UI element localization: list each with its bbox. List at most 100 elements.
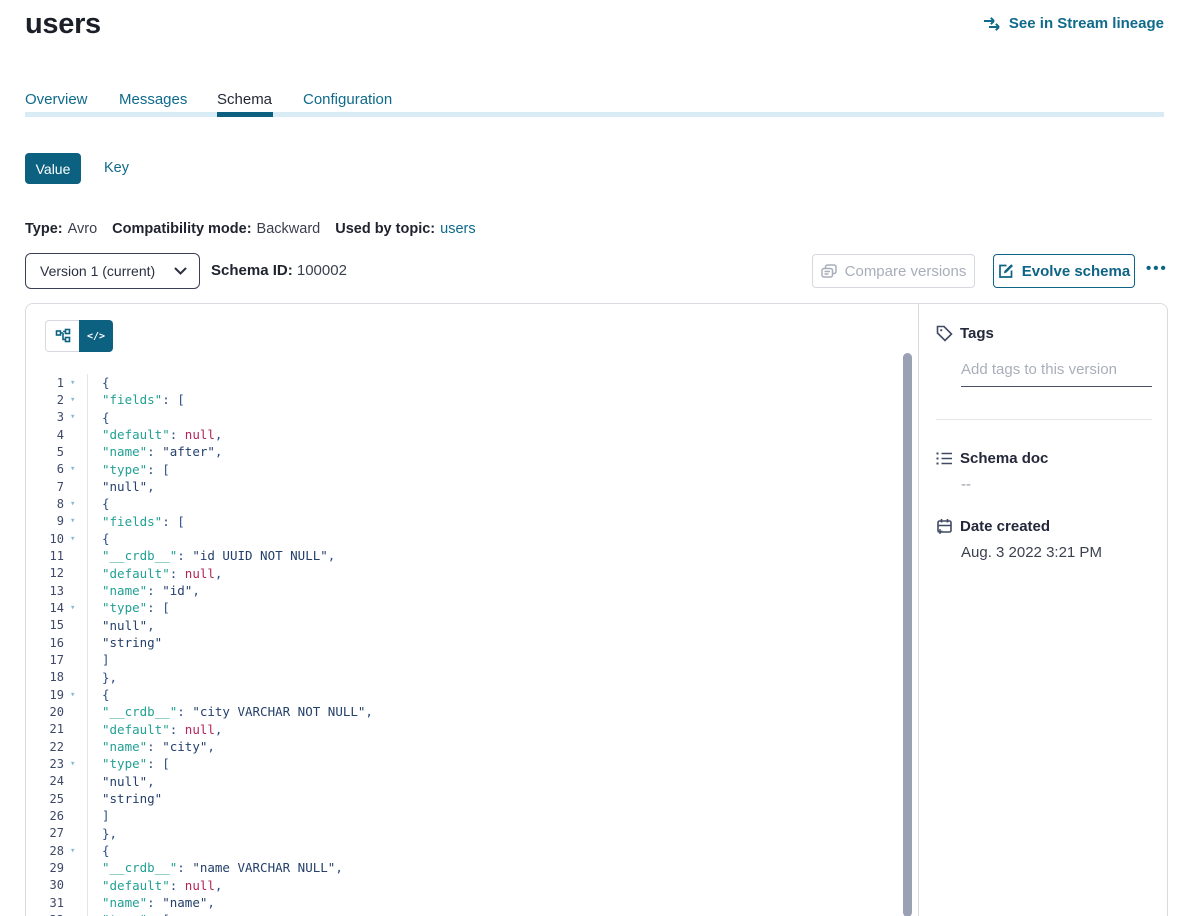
see-in-stream-lineage-link[interactable]: See in Stream lineage (983, 15, 1164, 32)
code-text: { (87, 686, 110, 703)
code-token: : [ (147, 600, 170, 615)
code-token: : [ (147, 912, 170, 916)
code-token: "type" (102, 462, 147, 477)
code-token: , (215, 444, 223, 459)
compare-versions-label: Compare versions (845, 263, 967, 280)
line-number: 7 (45, 480, 64, 494)
code-text: "type": [ (87, 599, 170, 616)
fold-arrow-icon[interactable]: ▾ (64, 516, 87, 526)
code-line: 17 ] (45, 651, 907, 668)
line-number: 6 (45, 462, 64, 476)
tab-configuration[interactable]: Configuration (303, 91, 392, 108)
fold-arrow-icon[interactable]: ▾ (64, 690, 87, 700)
fold-arrow-icon[interactable]: ▾ (64, 499, 87, 509)
fold-arrow-icon[interactable]: ▾ (64, 603, 87, 613)
code-text: { (87, 842, 110, 859)
code-token: { (102, 496, 110, 511)
fold-arrow-icon[interactable]: ▾ (64, 412, 87, 422)
code-text: { (87, 495, 110, 512)
tab-overview[interactable]: Overview (25, 91, 88, 108)
code-line: 27 }, (45, 825, 907, 842)
code-token: : (170, 427, 185, 442)
line-number: 29 (45, 861, 64, 875)
version-select[interactable]: Version 1 (current) (25, 253, 200, 289)
tag-icon (936, 325, 953, 342)
fold-arrow-icon[interactable]: ▾ (64, 395, 87, 405)
code-line: 16 "string" (45, 634, 907, 651)
schema-id-label: Schema ID: (211, 262, 293, 279)
line-number: 8 (45, 497, 64, 511)
line-number: 21 (45, 722, 64, 736)
type-label: Type: (25, 221, 63, 237)
code-text: "name": "id", (87, 582, 200, 599)
code-lines: 1▾{2▾ "fields": [3▾ {4 "default": null,5… (45, 374, 907, 916)
more-actions-button[interactable]: ••• (1146, 254, 1174, 282)
code-line: 6▾ "type": [ (45, 461, 907, 478)
code-token: "name" (102, 583, 147, 598)
code-token: { (102, 531, 110, 546)
code-text: "fields": [ (87, 391, 185, 408)
code-text: "name": "after", (87, 443, 222, 460)
code-line: 1▾{ (45, 374, 907, 391)
code-text: "default": null, (87, 426, 222, 443)
fold-arrow-icon[interactable]: ▾ (64, 759, 87, 769)
compare-versions-icon (821, 264, 837, 279)
code-line: 5 "name": "after", (45, 443, 907, 460)
code-token: : (170, 878, 185, 893)
code-text: }, (87, 825, 117, 842)
used-by-topic-link[interactable]: users (440, 221, 475, 237)
evolve-schema-button[interactable]: Evolve schema (993, 254, 1135, 288)
tab-messages[interactable]: Messages (119, 91, 187, 108)
code-token: "default" (102, 878, 170, 893)
code-token: : [ (162, 514, 185, 529)
code-token: , (215, 722, 223, 737)
code-line: 19▾ { (45, 686, 907, 703)
code-token: : (170, 566, 185, 581)
line-number: 28 (45, 844, 64, 858)
stream-lineage-icon (983, 16, 1002, 32)
tree-view-toggle-button[interactable] (45, 320, 79, 352)
code-token: : (170, 722, 185, 737)
compare-versions-button[interactable]: Compare versions (812, 254, 975, 288)
code-line: 13 "name": "id", (45, 582, 907, 599)
code-view-toggle-button[interactable]: </> (79, 320, 113, 352)
code-token: "type" (102, 600, 147, 615)
code-line: 4 "default": null, (45, 426, 907, 443)
code-token: "null" (102, 774, 147, 789)
code-token: ] (102, 652, 110, 667)
evolve-schema-label: Evolve schema (1022, 263, 1130, 280)
code-token: : [ (147, 462, 170, 477)
code-token: , (215, 427, 223, 442)
fold-arrow-icon[interactable]: ▾ (64, 534, 87, 544)
code-text: "default": null, (87, 565, 222, 582)
compatibility-mode-value: Backward (257, 221, 321, 237)
code-token: }, (102, 670, 117, 685)
code-text: "default": null, (87, 877, 222, 894)
code-text: "null", (87, 773, 155, 790)
code-text: "__crdb__": "city VARCHAR NOT NULL", (87, 703, 373, 720)
code-text: "string" (87, 634, 162, 651)
code-line: 10▾ { (45, 530, 907, 547)
line-number: 12 (45, 566, 64, 580)
fold-arrow-icon[interactable]: ▾ (64, 846, 87, 856)
line-number: 2 (45, 393, 64, 407)
tab-underline-track (25, 112, 1164, 117)
value-toggle-button[interactable]: Value (25, 153, 81, 184)
fold-arrow-icon[interactable]: ▾ (64, 378, 87, 388)
see-in-stream-lineage-label: See in Stream lineage (1009, 15, 1164, 32)
add-tags-input[interactable] (961, 357, 1152, 387)
code-token: "string" (102, 791, 162, 806)
tab-schema[interactable]: Schema (217, 91, 272, 108)
calendar-icon (936, 518, 953, 535)
code-line: 21 "default": null, (45, 721, 907, 738)
schema-meta-row: Type: Avro Compatibility mode: Backward … (25, 221, 476, 237)
code-token: null (185, 878, 215, 893)
code-token: null (185, 566, 215, 581)
fold-arrow-icon[interactable]: ▾ (64, 464, 87, 474)
doc-list-icon (936, 451, 953, 466)
key-toggle-button[interactable]: Key (104, 160, 129, 176)
line-number: 9 (45, 514, 64, 528)
line-number: 14 (45, 601, 64, 615)
code-token: "type" (102, 756, 147, 771)
editor-scrollbar[interactable] (903, 353, 912, 916)
